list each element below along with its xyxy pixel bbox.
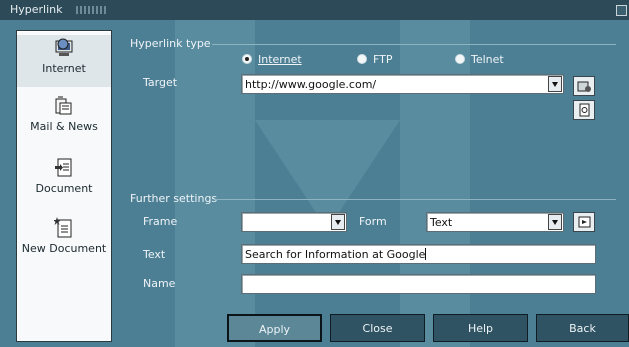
chevron-down-icon[interactable] bbox=[548, 214, 562, 230]
radio-telnet[interactable]: Telnet bbox=[455, 53, 504, 66]
sidebar-item-label: Internet bbox=[42, 62, 86, 75]
sidebar-item-label: Mail & News bbox=[30, 120, 98, 133]
internet-globe-icon bbox=[55, 38, 73, 56]
target-in-document-button[interactable] bbox=[573, 100, 595, 120]
sidebar-item-new-document[interactable]: New Document bbox=[17, 217, 111, 265]
radio-telnet-indicator[interactable] bbox=[455, 54, 465, 64]
title-grip bbox=[76, 6, 106, 14]
sidebar-item-label: Document bbox=[35, 182, 93, 195]
target-url-combobox[interactable]: http://www.google.com/ bbox=[241, 74, 564, 94]
text-label: Text bbox=[143, 248, 166, 261]
hyperlink-type-divider bbox=[212, 44, 616, 45]
text-input-value: Search for Information at Google bbox=[245, 248, 426, 261]
browse-web-icon bbox=[577, 81, 591, 92]
form-label: Form bbox=[359, 215, 387, 228]
target-label: Target bbox=[143, 76, 178, 89]
form-select[interactable]: Text bbox=[426, 212, 564, 232]
radio-internet-indicator[interactable] bbox=[242, 54, 252, 64]
mail-news-icon bbox=[55, 96, 72, 115]
window-title: Hyperlink bbox=[10, 3, 63, 16]
target-document-icon bbox=[579, 103, 590, 117]
frame-combobox[interactable] bbox=[241, 212, 347, 232]
sidebar-item-mail-news[interactable]: Mail & News bbox=[17, 95, 111, 145]
name-input[interactable] bbox=[241, 274, 596, 294]
events-icon bbox=[578, 216, 591, 228]
window-menu-button[interactable] bbox=[616, 5, 627, 16]
radio-internet-label: Internet bbox=[258, 53, 302, 66]
text-cursor bbox=[425, 248, 427, 260]
form-value: Text bbox=[430, 216, 453, 229]
back-button[interactable]: Back bbox=[536, 314, 629, 342]
hyperlink-type-heading: Hyperlink type bbox=[130, 37, 211, 50]
name-label: Name bbox=[143, 277, 176, 290]
new-document-icon bbox=[54, 217, 72, 238]
text-input[interactable]: Search for Information at Google bbox=[241, 244, 596, 264]
radio-internet[interactable]: Internet bbox=[242, 53, 302, 66]
further-settings-heading: Further settings bbox=[130, 192, 218, 205]
further-settings-divider bbox=[215, 199, 616, 200]
close-button[interactable]: Close bbox=[330, 314, 425, 342]
title-bar[interactable]: Hyperlink bbox=[0, 0, 629, 20]
frame-label: Frame bbox=[143, 215, 178, 228]
document-icon bbox=[55, 158, 72, 177]
radio-telnet-label: Telnet bbox=[471, 53, 504, 66]
radio-ftp[interactable]: FTP bbox=[357, 53, 393, 66]
chevron-down-icon[interactable] bbox=[548, 76, 562, 92]
category-sidebar: Internet Mail & News Document New Docume… bbox=[16, 30, 112, 342]
target-url-value: http://www.google.com/ bbox=[245, 78, 377, 91]
radio-ftp-label: FTP bbox=[373, 53, 393, 66]
sidebar-item-document[interactable]: Document bbox=[17, 157, 111, 203]
sidebar-item-internet[interactable]: Internet bbox=[17, 35, 111, 87]
sidebar-item-label: New Document bbox=[21, 242, 107, 255]
help-button[interactable]: Help bbox=[433, 314, 528, 342]
chevron-down-icon[interactable] bbox=[331, 214, 345, 230]
events-button[interactable] bbox=[573, 212, 595, 232]
radio-ftp-indicator[interactable] bbox=[357, 54, 367, 64]
apply-button[interactable]: Apply bbox=[227, 314, 322, 342]
web-browser-button[interactable] bbox=[573, 76, 595, 96]
